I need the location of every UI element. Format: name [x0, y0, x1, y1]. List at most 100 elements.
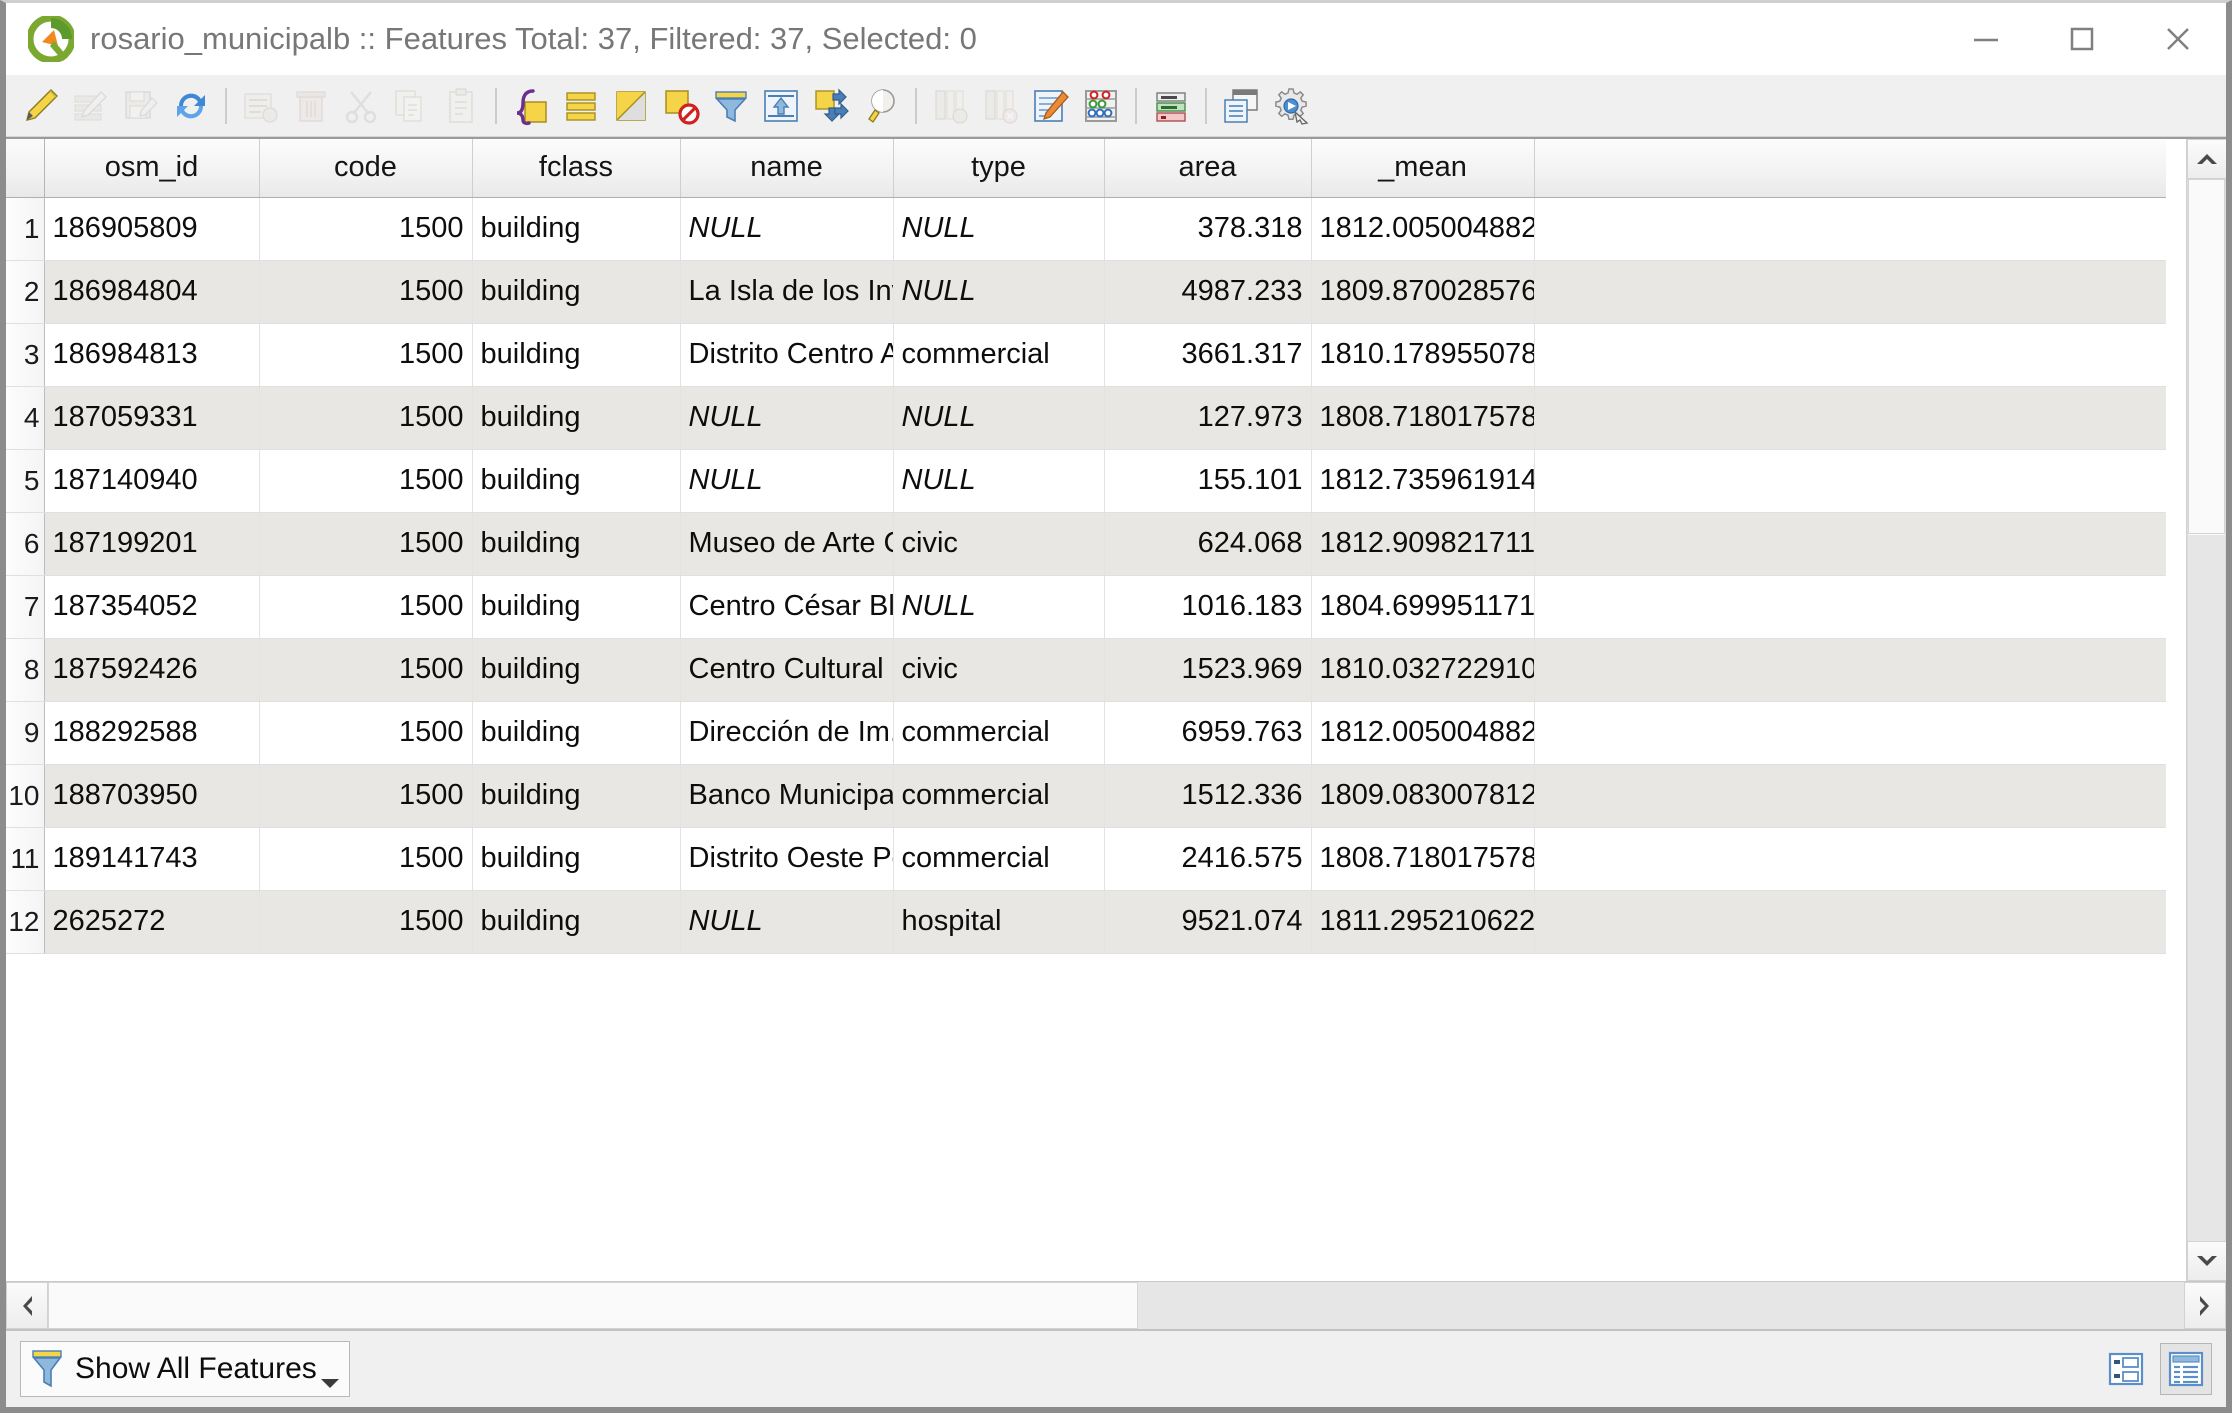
row-header[interactable]: 2 — [6, 260, 44, 323]
cell-code[interactable]: 1500 — [259, 701, 472, 764]
cell-type[interactable]: commercial — [893, 764, 1104, 827]
cell-type[interactable]: commercial — [893, 827, 1104, 890]
open-field-calculator-icon[interactable] — [1027, 82, 1075, 130]
scroll-up-arrow-icon[interactable] — [2187, 139, 2226, 179]
close-button[interactable] — [2130, 4, 2226, 74]
multi-edit-icon[interactable] — [67, 82, 115, 130]
cell-_mean[interactable]: 1808.718017578... — [1311, 827, 1534, 890]
cell-fclass[interactable]: building — [472, 386, 680, 449]
cell-fclass[interactable]: building — [472, 449, 680, 512]
cell-_mean[interactable]: 1804.699951171... — [1311, 575, 1534, 638]
table-row[interactable]: 11869058091500buildingNULLNULL378.318181… — [6, 197, 2166, 260]
cell-fclass[interactable]: building — [472, 323, 680, 386]
cell-_mean[interactable]: 1810.032722910... — [1311, 638, 1534, 701]
vertical-scrollbar[interactable] — [2186, 139, 2226, 1281]
save-edits-icon[interactable] — [117, 82, 165, 130]
reload-table-icon[interactable] — [167, 82, 215, 130]
cell-area[interactable]: 2416.575 — [1104, 827, 1311, 890]
table-row[interactable]: 61871992011500buildingMuseo de Arte C...… — [6, 512, 2166, 575]
cell-code[interactable]: 1500 — [259, 197, 472, 260]
cell-code[interactable]: 1500 — [259, 890, 472, 953]
cell-area[interactable]: 9521.074 — [1104, 890, 1311, 953]
cell-osm_id[interactable]: 186984804 — [44, 260, 259, 323]
organize-columns-icon[interactable] — [1147, 82, 1195, 130]
cell-type[interactable]: NULL — [893, 260, 1104, 323]
maximize-button[interactable] — [2034, 4, 2130, 74]
cell-name[interactable]: Distrito Centro A... — [680, 323, 893, 386]
table-row[interactable]: 111891417431500buildingDistrito Oeste Pe… — [6, 827, 2166, 890]
cell-name[interactable]: La Isla de los Inv... — [680, 260, 893, 323]
zoom-to-selection-icon[interactable] — [857, 82, 905, 130]
table-row[interactable]: 81875924261500buildingCentro Cultural ..… — [6, 638, 2166, 701]
scroll-left-arrow-icon[interactable] — [6, 1282, 48, 1329]
cell-type[interactable]: civic — [893, 512, 1104, 575]
row-header[interactable]: 4 — [6, 386, 44, 449]
cell-_mean[interactable]: 1809.083007812... — [1311, 764, 1534, 827]
grid-corner[interactable] — [6, 139, 44, 197]
cell-type[interactable]: NULL — [893, 197, 1104, 260]
column-header-type[interactable]: type — [893, 139, 1104, 197]
cell-area[interactable]: 378.318 — [1104, 197, 1311, 260]
scroll-down-arrow-icon[interactable] — [2187, 1241, 2226, 1281]
cell-code[interactable]: 1500 — [259, 827, 472, 890]
cell-name[interactable]: NULL — [680, 449, 893, 512]
attribute-grid[interactable]: osm_id code fclass name type area _mean … — [6, 139, 2186, 1281]
cell-type[interactable]: NULL — [893, 449, 1104, 512]
cell-type[interactable]: hospital — [893, 890, 1104, 953]
invert-selection-icon[interactable] — [607, 82, 655, 130]
delete-selected-icon[interactable] — [287, 82, 335, 130]
caret-down-icon[interactable] — [319, 1342, 341, 1396]
cell-name[interactable]: Museo de Arte C... — [680, 512, 893, 575]
cell-fclass[interactable]: building — [472, 827, 680, 890]
cell-fclass[interactable]: building — [472, 197, 680, 260]
deselect-all-icon[interactable] — [657, 82, 705, 130]
row-header[interactable]: 7 — [6, 575, 44, 638]
filter-selection-icon[interactable] — [707, 82, 755, 130]
table-row[interactable]: 51871409401500buildingNULLNULL155.101181… — [6, 449, 2166, 512]
cell-fclass[interactable]: building — [472, 512, 680, 575]
vertical-scroll-track[interactable] — [2187, 179, 2226, 1241]
cell-type[interactable]: commercial — [893, 701, 1104, 764]
cell-fclass[interactable]: building — [472, 701, 680, 764]
cell-fclass[interactable]: building — [472, 575, 680, 638]
cell-code[interactable]: 1500 — [259, 323, 472, 386]
cell-_mean[interactable]: 1809.870028576... — [1311, 260, 1534, 323]
column-header-fclass[interactable]: fclass — [472, 139, 680, 197]
form-view-icon[interactable] — [1217, 82, 1265, 130]
select-by-expression-icon[interactable] — [507, 82, 555, 130]
table-row[interactable]: 91882925881500buildingDirección de Im...… — [6, 701, 2166, 764]
delete-field-icon[interactable] — [977, 82, 1025, 130]
row-header[interactable]: 1 — [6, 197, 44, 260]
form-view-button[interactable] — [2100, 1343, 2152, 1395]
cut-features-icon[interactable] — [337, 82, 385, 130]
move-selection-to-top-icon[interactable] — [757, 82, 805, 130]
cell-code[interactable]: 1500 — [259, 449, 472, 512]
cell-name[interactable]: NULL — [680, 197, 893, 260]
cell-area[interactable]: 3661.317 — [1104, 323, 1311, 386]
cell-area[interactable]: 1016.183 — [1104, 575, 1311, 638]
table-row[interactable]: 41870593311500buildingNULLNULL127.973180… — [6, 386, 2166, 449]
table-row[interactable]: 1226252721500buildingNULLhospital9521.07… — [6, 890, 2166, 953]
cell-name[interactable]: Centro Cultural ... — [680, 638, 893, 701]
cell-name[interactable]: Distrito Oeste Pe... — [680, 827, 893, 890]
cell-area[interactable]: 155.101 — [1104, 449, 1311, 512]
row-header[interactable]: 6 — [6, 512, 44, 575]
cell-osm_id[interactable]: 188703950 — [44, 764, 259, 827]
row-header[interactable]: 8 — [6, 638, 44, 701]
select-all-icon[interactable] — [557, 82, 605, 130]
cell-type[interactable]: NULL — [893, 575, 1104, 638]
cell-osm_id[interactable]: 187199201 — [44, 512, 259, 575]
horizontal-scroll-track[interactable] — [48, 1282, 2184, 1329]
column-header-osm_id[interactable]: osm_id — [44, 139, 259, 197]
cell-type[interactable]: commercial — [893, 323, 1104, 386]
table-row[interactable]: 21869848041500buildingLa Isla de los Inv… — [6, 260, 2166, 323]
cell-area[interactable]: 127.973 — [1104, 386, 1311, 449]
table-row[interactable]: 101887039501500buildingBanco Municipalco… — [6, 764, 2166, 827]
cell-area[interactable]: 6959.763 — [1104, 701, 1311, 764]
paste-features-icon[interactable] — [437, 82, 485, 130]
cell-osm_id[interactable]: 189141743 — [44, 827, 259, 890]
cell-code[interactable]: 1500 — [259, 764, 472, 827]
row-header[interactable]: 11 — [6, 827, 44, 890]
cell-name[interactable]: NULL — [680, 890, 893, 953]
cell-area[interactable]: 4987.233 — [1104, 260, 1311, 323]
